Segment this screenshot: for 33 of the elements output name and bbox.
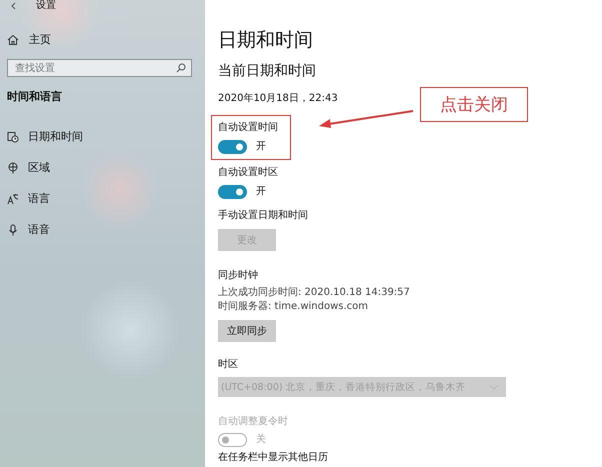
toggle-switch[interactable] [218, 140, 247, 154]
search-field[interactable]: 查找设置 [7, 59, 192, 77]
section-title: 当前日期和时间 [218, 62, 316, 80]
setting-label: 时区 [218, 358, 238, 372]
section-heading: 时间和语言 [7, 90, 62, 104]
sidebar-item[interactable]: 日期和时间 [7, 130, 83, 144]
setting-label: 同步时钟 [218, 269, 258, 283]
search-icon [176, 63, 186, 73]
calendar-clock-icon [7, 131, 19, 143]
last-sync-text: 上次成功同步时间: 2020.10.18 14:39:57 [218, 286, 410, 300]
window-title: 设置 [36, 0, 56, 12]
sync-now-button[interactable]: 立即同步 [218, 320, 276, 342]
home-icon [7, 34, 19, 46]
page-title: 日期和时间 [218, 28, 313, 52]
current-datetime: 2020年10月18日，22:43 [218, 92, 338, 106]
sidebar-item[interactable]: 区域 [7, 161, 50, 175]
setting-label: 在任务栏中显示其他日历 [218, 452, 328, 464]
toggle-state: 开 [256, 185, 266, 199]
language-icon [7, 193, 19, 205]
setting-label: 自动设置时间 [218, 121, 278, 135]
home-link[interactable]: 主页 [7, 33, 51, 47]
toggle-state: 开 [256, 140, 266, 154]
setting-label: 手动设置日期和时间 [218, 209, 308, 223]
microphone-icon [7, 224, 19, 236]
setting-label: 自动设置时区 [218, 166, 278, 180]
globe-icon [7, 162, 19, 174]
toggle-switch[interactable] [218, 185, 247, 199]
sidebar-item[interactable]: 语言 [7, 192, 50, 206]
setting-label: 自动调整夏令时 [218, 415, 288, 429]
sidebar-item[interactable]: 语音 [7, 223, 50, 237]
annotation-label: 点击关闭 [420, 87, 528, 122]
toggle-state: 关 [256, 433, 266, 447]
time-server-text: 时间服务器: time.windows.com [218, 300, 368, 314]
